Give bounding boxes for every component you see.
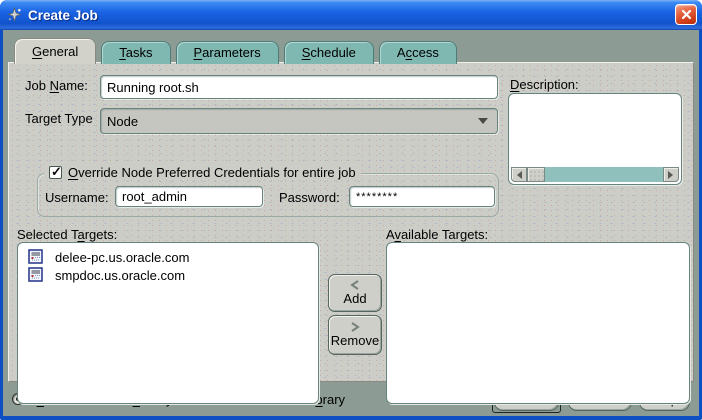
add-button-label: Add	[343, 291, 366, 306]
arrow-left-icon	[513, 171, 522, 179]
job-name-input[interactable]	[100, 75, 498, 99]
remove-button-label: Remove	[331, 333, 379, 348]
username-label: Username:	[45, 190, 109, 205]
scroll-right-button[interactable]	[663, 167, 679, 182]
target-type-value: Node	[107, 114, 138, 129]
list-item[interactable]: smpdoc.us.oracle.com	[20, 266, 316, 284]
create-job-dialog: Create Job General Tasks Parameters Sche…	[0, 0, 702, 420]
title-bar[interactable]: Create Job	[0, 0, 702, 30]
target-name: smpdoc.us.oracle.com	[55, 268, 185, 283]
chevron-down-icon	[478, 118, 488, 129]
node-icon	[28, 267, 44, 283]
tab-schedule[interactable]: Schedule	[284, 41, 374, 64]
general-tab-panel: Job Name: Description: Target Type Node	[8, 62, 694, 382]
window-title: Create Job	[28, 8, 98, 23]
tab-tasks[interactable]: Tasks	[101, 41, 170, 64]
override-credentials-label: Override Node Preferred Credentials for …	[68, 165, 356, 180]
override-credentials-option[interactable]: Override Node Preferred Credentials for …	[44, 165, 361, 180]
close-button[interactable]	[675, 4, 697, 25]
selected-targets-label: Selected Targets:	[17, 227, 117, 242]
close-icon	[681, 9, 692, 20]
tab-parameters[interactable]: Parameters	[176, 41, 279, 64]
tab-access[interactable]: Access	[379, 41, 457, 64]
description-textarea[interactable]	[508, 93, 682, 185]
description-hscrollbar[interactable]	[511, 167, 679, 182]
target-name: delee-pc.us.oracle.com	[55, 250, 189, 265]
dialog-body: General Tasks Parameters Schedule Access…	[3, 30, 699, 416]
target-type-label: Target Type	[25, 111, 93, 126]
username-field[interactable]	[115, 186, 263, 207]
chevron-left-icon	[349, 280, 361, 290]
remove-button[interactable]: Remove	[328, 315, 382, 355]
description-text	[512, 96, 678, 166]
password-label: Password:	[279, 190, 340, 205]
tab-bar: General Tasks Parameters Schedule Access	[14, 38, 457, 64]
job-name-label: Job Name:	[25, 78, 88, 93]
node-icon	[28, 249, 44, 265]
scroll-left-button[interactable]	[511, 167, 527, 182]
password-field[interactable]	[349, 186, 495, 207]
available-targets-list[interactable]	[386, 242, 690, 404]
app-icon	[6, 7, 23, 23]
chevron-right-icon	[349, 322, 361, 332]
tab-general[interactable]: General	[14, 38, 96, 64]
override-credentials-checkbox[interactable]	[49, 166, 62, 179]
credentials-group: Override Node Preferred Credentials for …	[37, 173, 499, 217]
scrollbar-thumb[interactable]	[527, 167, 545, 182]
available-targets-label: Available Targets:	[386, 227, 488, 242]
arrow-right-icon	[668, 171, 677, 179]
list-item[interactable]: delee-pc.us.oracle.com	[20, 248, 316, 266]
target-type-dropdown[interactable]: Node	[100, 108, 498, 134]
add-button[interactable]: Add	[328, 274, 382, 312]
description-label: Description:	[510, 77, 579, 92]
selected-targets-list[interactable]: delee-pc.us.oracle.com	[17, 242, 319, 404]
